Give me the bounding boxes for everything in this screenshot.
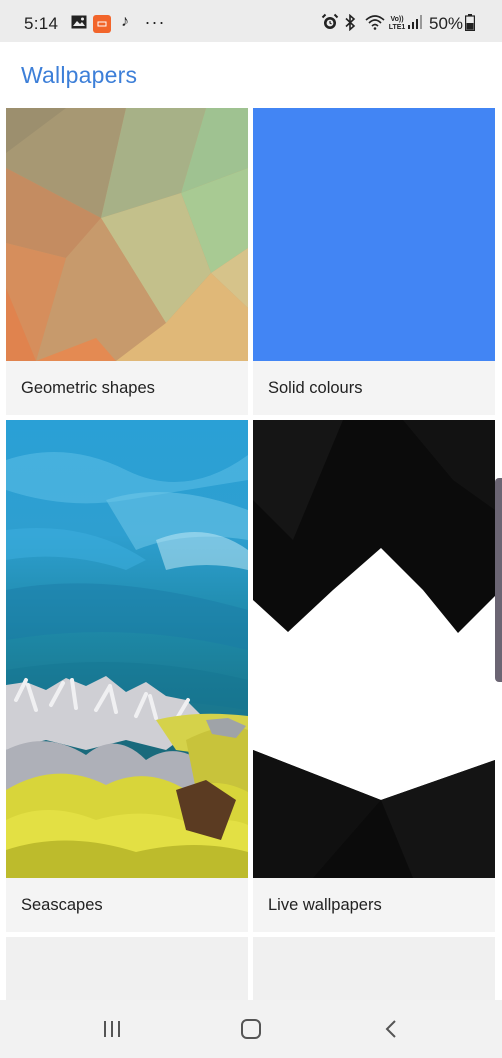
- lte-label-top: Vo)): [390, 16, 404, 23]
- category-card-partial[interactable]: [253, 937, 495, 1000]
- gallery-icon: [70, 11, 88, 33]
- bluetooth-icon: [342, 11, 358, 33]
- wallpaper-category-grid: Geometric shapes Solid colours Seascapes…: [0, 108, 502, 1000]
- navigation-bar: [0, 1000, 502, 1058]
- category-card-live-wallpapers[interactable]: Live wallpapers: [253, 420, 495, 932]
- category-card-solid-colours[interactable]: Solid colours: [253, 108, 495, 415]
- category-label: Seascapes: [21, 896, 103, 914]
- scroll-handle[interactable]: [495, 478, 502, 682]
- geometric-shapes-thumbnail: [6, 108, 248, 361]
- lte-icon: Vo)) LTE1: [386, 13, 408, 35]
- status-time: 5:14: [24, 14, 59, 33]
- category-card-geometric-shapes[interactable]: Geometric shapes: [6, 108, 248, 415]
- status-bar: 5:14 ♪ ··· Vo)) LTE1 50%: [0, 0, 502, 42]
- category-card-partial[interactable]: [6, 937, 248, 1000]
- more-dots-icon: ···: [144, 11, 166, 32]
- seascapes-thumbnail: [6, 420, 248, 878]
- category-label: Live wallpapers: [268, 896, 382, 914]
- signal-icon: [408, 11, 422, 33]
- alarm-icon: [320, 11, 340, 33]
- music-note-icon: ♪: [121, 13, 129, 30]
- battery-icon: [464, 11, 476, 33]
- wifi-icon: [364, 11, 386, 33]
- home-icon[interactable]: [233, 1014, 269, 1044]
- lte-label-bottom: LTE1: [388, 24, 406, 31]
- category-label: Solid colours: [268, 379, 363, 397]
- solid-colours-thumbnail: [253, 108, 495, 361]
- page-title: Wallpapers: [21, 62, 138, 88]
- recent-apps-icon[interactable]: [94, 1014, 130, 1044]
- category-card-seascapes[interactable]: Seascapes: [6, 420, 248, 932]
- app-notification-icon: [93, 15, 111, 33]
- app-header: Wallpapers: [0, 42, 502, 108]
- back-icon[interactable]: [373, 1014, 409, 1044]
- category-label: Geometric shapes: [21, 379, 155, 397]
- battery-percent: 50%: [429, 14, 464, 33]
- live-wallpapers-thumbnail: [253, 420, 495, 878]
